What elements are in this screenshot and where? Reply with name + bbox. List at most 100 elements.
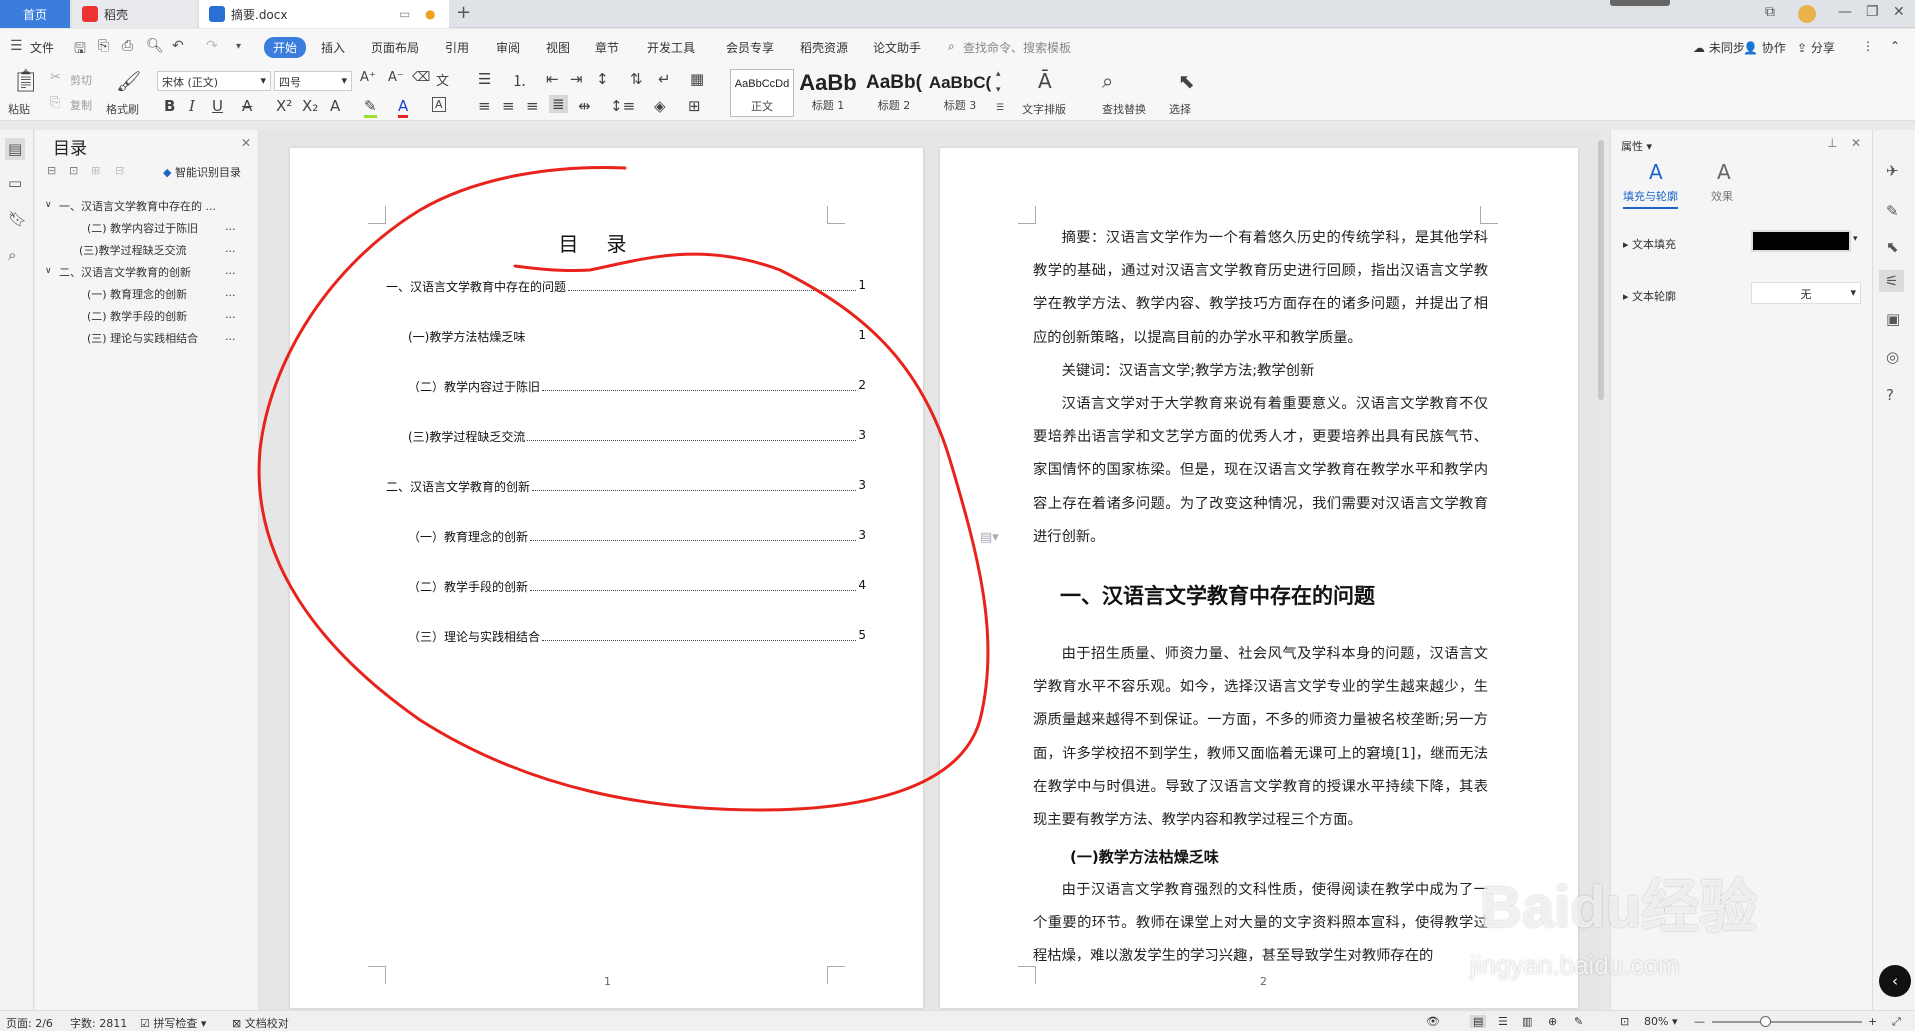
phonetic-icon[interactable]: 文 bbox=[436, 70, 449, 89]
subscript-icon[interactable]: X₂ bbox=[302, 97, 318, 115]
fit-page-icon[interactable]: ⊡ bbox=[1620, 1015, 1629, 1028]
toc-nav-icon[interactable]: ▤ bbox=[5, 138, 26, 160]
collapse-all-icon[interactable]: ⊟ bbox=[47, 164, 56, 177]
redo-icon[interactable]: ↷ bbox=[206, 38, 218, 54]
increase-indent-icon[interactable]: ⇥ bbox=[570, 70, 583, 88]
fullscreen-icon[interactable]: ⤢ bbox=[1892, 1015, 1901, 1029]
select-icon[interactable]: ⬉ bbox=[1178, 69, 1195, 93]
toc-item[interactable]: 一、汉语言文学教育中存在的 ... bbox=[59, 198, 216, 214]
word-count[interactable]: 字数: 2811 bbox=[70, 1015, 127, 1031]
paste-icon[interactable]: 📋︎ bbox=[12, 69, 40, 94]
shading-icon[interactable]: ◈ bbox=[654, 97, 666, 115]
pin-icon[interactable]: ⊥ bbox=[1827, 136, 1837, 150]
style-heading3[interactable]: AaBbC( 标题 3 bbox=[928, 69, 992, 117]
close-panel-icon[interactable]: ✕ bbox=[1851, 136, 1861, 150]
expand-icon[interactable]: ⊡ bbox=[69, 164, 78, 177]
style-normal[interactable]: AaBbCcDd 正文 bbox=[730, 69, 794, 117]
bullet-list-icon[interactable]: ☰ bbox=[478, 70, 491, 88]
zoom-out-icon[interactable]: — bbox=[1694, 1015, 1705, 1028]
align-center-icon[interactable]: ≡ bbox=[502, 97, 515, 115]
save-icon[interactable]: 🖫 bbox=[74, 38, 86, 62]
underline-icon[interactable]: U bbox=[212, 97, 223, 115]
print-icon[interactable]: ⎙ bbox=[122, 38, 133, 54]
menu-chapter[interactable]: 章节 bbox=[595, 39, 619, 56]
font-size-select[interactable]: 四号 ▾ bbox=[274, 71, 352, 91]
show-marks-icon[interactable]: ↵ bbox=[658, 70, 671, 88]
toc-item[interactable]: (一) 教育理念的创新 bbox=[87, 286, 187, 302]
write-mode-icon[interactable]: ✎ bbox=[1574, 1015, 1583, 1028]
find-replace-button[interactable]: 查找替换 bbox=[1102, 101, 1146, 117]
page-1[interactable]: 目录 一、汉语言文学教育中存在的问题 1 (一)教学方法枯燥乏味 1 （二）教学内容… bbox=[290, 148, 923, 1008]
toc-item[interactable]: (二) 教学手段的创新 bbox=[87, 308, 187, 324]
tab-home[interactable]: 首页 bbox=[0, 0, 70, 28]
text-outline-row[interactable]: ▸ 文本轮廓 bbox=[1623, 288, 1676, 304]
pen-icon[interactable]: ✎ bbox=[1886, 202, 1899, 220]
shrink-font-icon[interactable]: A⁻ bbox=[388, 70, 404, 85]
borders-icon[interactable]: ⊞ bbox=[688, 97, 701, 115]
font-color-icon[interactable]: A bbox=[398, 97, 409, 118]
numbered-list-icon[interactable]: ⒈ bbox=[512, 70, 527, 91]
toc-more-icon[interactable]: ... bbox=[225, 330, 236, 343]
eye-protection-icon[interactable]: 👁︎ bbox=[1426, 1015, 1440, 1028]
cut-button[interactable]: 剪切 bbox=[70, 72, 92, 88]
toc-line[interactable]: 一、汉语言文学教育中存在的问题 1 bbox=[386, 278, 866, 295]
cut-icon[interactable]: ✂ bbox=[50, 70, 61, 85]
toc-line[interactable]: 二、汉语言文学教育的创新 3 bbox=[386, 478, 866, 495]
more-icon[interactable]: ⋮ bbox=[1862, 39, 1874, 53]
styles-more-icon[interactable]: ☰ bbox=[996, 103, 1004, 113]
cursor-icon[interactable]: ⬉ bbox=[1886, 238, 1899, 256]
close-window-icon[interactable]: ✕ bbox=[1893, 4, 1905, 20]
toc-line[interactable]: （二）教学手段的创新 4 bbox=[408, 578, 866, 595]
preview-icon[interactable]: 🔍︎ bbox=[146, 38, 164, 54]
toc-more-icon[interactable]: ... bbox=[225, 308, 236, 321]
menu-developer[interactable]: 开发工具 bbox=[647, 39, 695, 56]
toc-more-icon[interactable]: ... bbox=[225, 242, 236, 255]
find-replace-icon[interactable]: ⌕ bbox=[1102, 69, 1113, 93]
tab-preview-icon[interactable]: ▭ bbox=[399, 7, 410, 21]
superscript-icon[interactable]: X² bbox=[276, 97, 292, 115]
style-heading1[interactable]: AaBb 标题 1 bbox=[796, 69, 860, 117]
web-view-icon[interactable]: ⊕ bbox=[1548, 1015, 1557, 1028]
menu-page-layout[interactable]: 页面布局 bbox=[371, 39, 419, 56]
zoom-select[interactable]: 80% ▾ bbox=[1644, 1015, 1677, 1028]
sync-button[interactable]: ☁ 未同步 bbox=[1693, 39, 1745, 56]
chevron-down-icon[interactable]: ∨ bbox=[45, 200, 52, 210]
properties-toggle-icon[interactable]: ⚟ bbox=[1879, 270, 1905, 292]
menu-references[interactable]: 引用 bbox=[445, 39, 469, 56]
menu-daoke-resources[interactable]: 稻壳资源 bbox=[800, 39, 848, 56]
minimize-icon[interactable]: — bbox=[1838, 4, 1852, 20]
styles-scroll-up-icon[interactable]: ▴ bbox=[996, 69, 1001, 79]
scrollbar-thumb[interactable] bbox=[1598, 140, 1604, 400]
italic-icon[interactable]: I bbox=[189, 97, 195, 115]
toc-line[interactable]: （二）教学内容过于陈旧 2 bbox=[408, 378, 866, 395]
menu-member[interactable]: 会员专享 bbox=[726, 39, 774, 56]
bold-icon[interactable]: B bbox=[164, 97, 175, 115]
sort-icon[interactable]: ⇅ bbox=[630, 70, 643, 88]
toc-line[interactable]: （三）理论与实践相结合 5 bbox=[408, 628, 866, 645]
proofread-button[interactable]: ⊠ 文档校对 bbox=[232, 1015, 289, 1031]
zoom-slider[interactable] bbox=[1712, 1021, 1862, 1023]
char-border-icon[interactable]: A bbox=[432, 97, 446, 112]
page-indicator[interactable]: 页面: 2/6 bbox=[6, 1015, 53, 1031]
format-painter-icon[interactable]: 🖌︎ bbox=[116, 69, 141, 93]
reading-mode-icon[interactable]: ⧉ bbox=[1765, 4, 1775, 20]
menu-view[interactable]: 视图 bbox=[546, 39, 570, 56]
collab-button[interactable]: 👤 协作 bbox=[1743, 39, 1786, 56]
tab-daoke[interactable]: 稻壳 bbox=[72, 0, 197, 28]
paragraph-handle-icon[interactable]: ▤▾ bbox=[980, 530, 999, 545]
align-left-icon[interactable]: ≡ bbox=[478, 97, 491, 115]
styles-scroll-down-icon[interactable]: ▾ bbox=[996, 85, 1001, 95]
smart-toc-button[interactable]: ◆ 智能识别目录 bbox=[163, 164, 241, 180]
effect-icon[interactable]: A bbox=[1717, 160, 1731, 184]
menu-file[interactable]: 文件 bbox=[30, 39, 54, 56]
collapse-ribbon-icon[interactable]: ⌃ bbox=[1890, 39, 1900, 53]
toc-more-icon[interactable]: ... bbox=[225, 220, 236, 233]
clear-format-icon[interactable]: ⌫ bbox=[412, 70, 430, 85]
search-icon[interactable]: ⌕ bbox=[8, 246, 16, 264]
copy-icon[interactable]: ⎘ bbox=[50, 95, 60, 110]
grow-font-icon[interactable]: A⁺ bbox=[360, 70, 376, 85]
justify-icon[interactable]: ≣ bbox=[549, 95, 568, 113]
toc-item[interactable]: (三) 理论与实践相结合 bbox=[87, 330, 198, 346]
font-name-select[interactable]: 宋体 (正文) ▾ bbox=[157, 71, 271, 91]
export-icon[interactable]: ⎘ bbox=[98, 38, 109, 54]
